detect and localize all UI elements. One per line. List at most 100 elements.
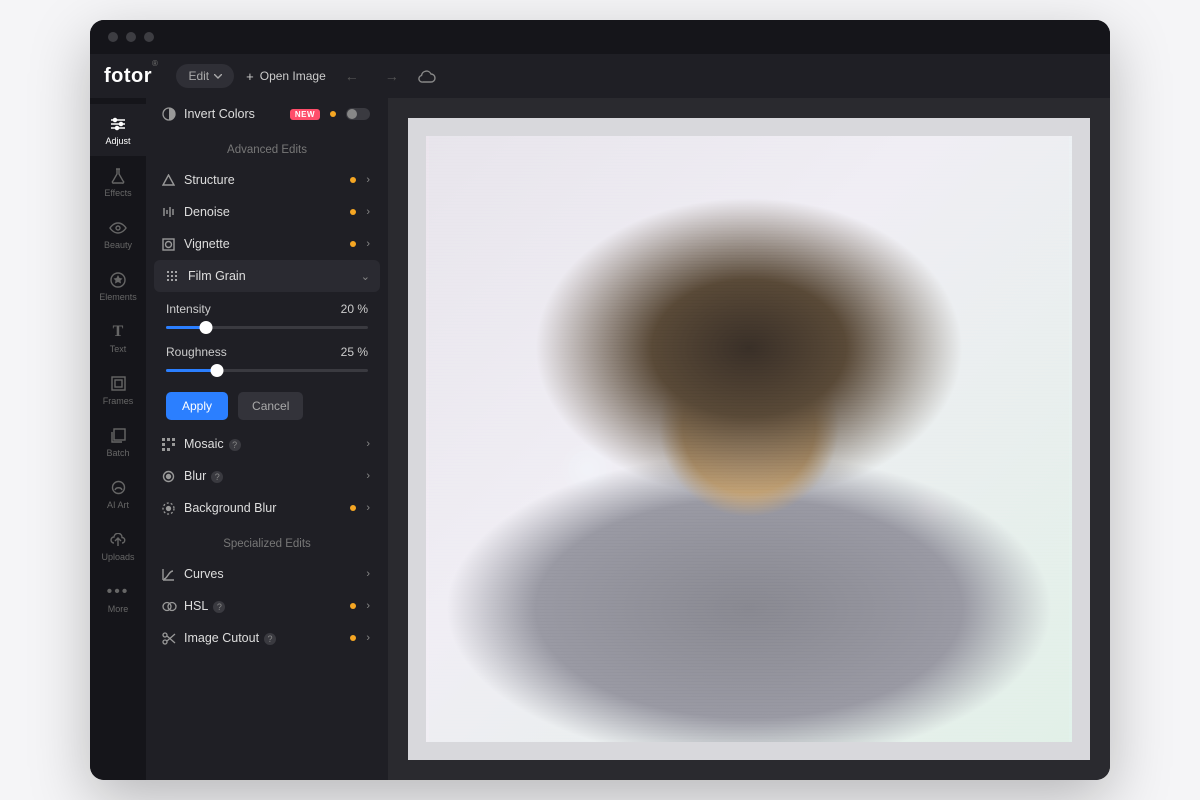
sidebar-label: AI Art: [107, 500, 129, 510]
vignette-icon: [162, 238, 184, 251]
adjust-panel: Invert Colors NEW Advanced Edits Structu…: [146, 98, 388, 780]
plus-icon: +: [246, 69, 254, 84]
frame-icon: [111, 375, 126, 393]
chevron-down-icon: ⌄: [361, 270, 370, 283]
help-icon[interactable]: ?: [211, 471, 223, 483]
help-icon[interactable]: ?: [229, 439, 241, 451]
cloud-sync-icon[interactable]: [418, 70, 436, 83]
row-label: Denoise: [184, 205, 350, 219]
window-maximize-icon[interactable]: [144, 32, 154, 42]
row-label: Background Blur: [184, 501, 350, 515]
slider-track[interactable]: [166, 369, 368, 372]
sidebar-label: Text: [110, 344, 127, 354]
row-label: Structure: [184, 173, 350, 187]
left-sidebar: Adjust Effects Beauty Elements T Text Fr…: [90, 98, 146, 780]
eye-icon: [109, 219, 127, 237]
sidebar-item-elements[interactable]: Elements: [90, 260, 146, 312]
canvas-frame: [408, 118, 1090, 760]
grain-icon: [166, 270, 188, 283]
help-icon[interactable]: ?: [264, 633, 276, 645]
panel-row-vignette[interactable]: Vignette ›: [146, 228, 388, 260]
button-row: Apply Cancel: [146, 378, 388, 428]
heading-specialized-edits: Specialized Edits: [146, 524, 388, 558]
panel-row-film-grain[interactable]: Film Grain ⌄: [154, 260, 380, 292]
app-window: fotor® Edit + Open Image ← → Adjust Effe…: [90, 20, 1110, 780]
slider-intensity: Intensity 20 %: [146, 292, 388, 335]
slider-thumb[interactable]: [200, 321, 213, 334]
toggle-switch[interactable]: [346, 108, 370, 120]
sidebar-item-adjust[interactable]: Adjust: [90, 104, 146, 156]
chevron-right-icon: ›: [366, 438, 370, 450]
top-toolbar: fotor® Edit + Open Image ← →: [90, 54, 1110, 98]
chevron-right-icon: ›: [366, 600, 370, 612]
ai-icon: [111, 479, 126, 497]
canvas-area: [388, 98, 1110, 780]
panel-row-invert-colors[interactable]: Invert Colors NEW: [146, 98, 388, 130]
sidebar-item-effects[interactable]: Effects: [90, 156, 146, 208]
status-dot: [350, 635, 356, 641]
status-dot: [330, 111, 336, 117]
sidebar-item-frames[interactable]: Frames: [90, 364, 146, 416]
open-image-button[interactable]: + Open Image: [246, 69, 326, 84]
sidebar-label: Frames: [103, 396, 134, 406]
panel-row-image-cutout[interactable]: Image Cutout? ›: [146, 622, 388, 654]
sidebar-item-batch[interactable]: Batch: [90, 416, 146, 468]
sidebar-item-ai-art[interactable]: AI Art: [90, 468, 146, 520]
nav-forward-button[interactable]: →: [378, 68, 406, 84]
sidebar-item-text[interactable]: T Text: [90, 312, 146, 364]
status-dot: [350, 177, 356, 183]
panel-row-denoise[interactable]: Denoise ›: [146, 196, 388, 228]
chevron-down-icon: [214, 74, 222, 79]
apply-button[interactable]: Apply: [166, 392, 228, 420]
status-dot: [350, 505, 356, 511]
nav-back-button[interactable]: ←: [338, 68, 366, 84]
panel-row-blur[interactable]: Blur? ›: [146, 460, 388, 492]
slider-roughness: Roughness 25 %: [146, 335, 388, 378]
chevron-right-icon: ›: [366, 632, 370, 644]
panel-row-mosaic[interactable]: Mosaic? ›: [146, 428, 388, 460]
slider-track[interactable]: [166, 326, 368, 329]
status-dot: [350, 241, 356, 247]
slider-value: 20 %: [341, 302, 368, 316]
cancel-button[interactable]: Cancel: [238, 392, 303, 420]
slider-thumb[interactable]: [210, 364, 223, 377]
help-icon[interactable]: ?: [213, 601, 225, 613]
slider-value: 25 %: [341, 345, 368, 359]
chevron-right-icon: ›: [366, 568, 370, 580]
new-badge: NEW: [290, 109, 320, 120]
scissors-icon: [162, 632, 184, 645]
status-dot: [350, 209, 356, 215]
chevron-right-icon: ›: [366, 502, 370, 514]
chevron-right-icon: ›: [366, 206, 370, 218]
sidebar-item-more[interactable]: ••• More: [90, 572, 146, 624]
edit-dropdown[interactable]: Edit: [176, 64, 234, 88]
panel-row-background-blur[interactable]: Background Blur ›: [146, 492, 388, 524]
workspace: Adjust Effects Beauty Elements T Text Fr…: [90, 98, 1110, 780]
triangle-icon: [162, 174, 184, 186]
sidebar-label: Beauty: [104, 240, 132, 250]
text-icon: T: [113, 323, 124, 341]
sidebar-label: Uploads: [101, 552, 134, 562]
sidebar-label: Batch: [106, 448, 129, 458]
status-dot: [350, 603, 356, 609]
sidebar-label: Adjust: [105, 136, 130, 146]
upload-icon: [110, 531, 126, 549]
sliders-icon: [110, 115, 126, 133]
preview-image[interactable]: [426, 136, 1072, 742]
window-close-icon[interactable]: [108, 32, 118, 42]
mosaic-icon: [162, 438, 184, 451]
dots-icon: •••: [107, 583, 130, 601]
chevron-right-icon: ›: [366, 174, 370, 186]
sidebar-label: Elements: [99, 292, 137, 302]
sidebar-label: More: [108, 604, 129, 614]
hsl-icon: [162, 601, 184, 612]
sidebar-item-uploads[interactable]: Uploads: [90, 520, 146, 572]
panel-row-hsl[interactable]: HSL? ›: [146, 590, 388, 622]
curves-icon: [162, 568, 184, 581]
panel-row-structure[interactable]: Structure ›: [146, 164, 388, 196]
window-minimize-icon[interactable]: [126, 32, 136, 42]
panel-row-curves[interactable]: Curves ›: [146, 558, 388, 590]
invert-icon: [162, 107, 184, 121]
open-image-label: Open Image: [260, 69, 326, 83]
sidebar-item-beauty[interactable]: Beauty: [90, 208, 146, 260]
